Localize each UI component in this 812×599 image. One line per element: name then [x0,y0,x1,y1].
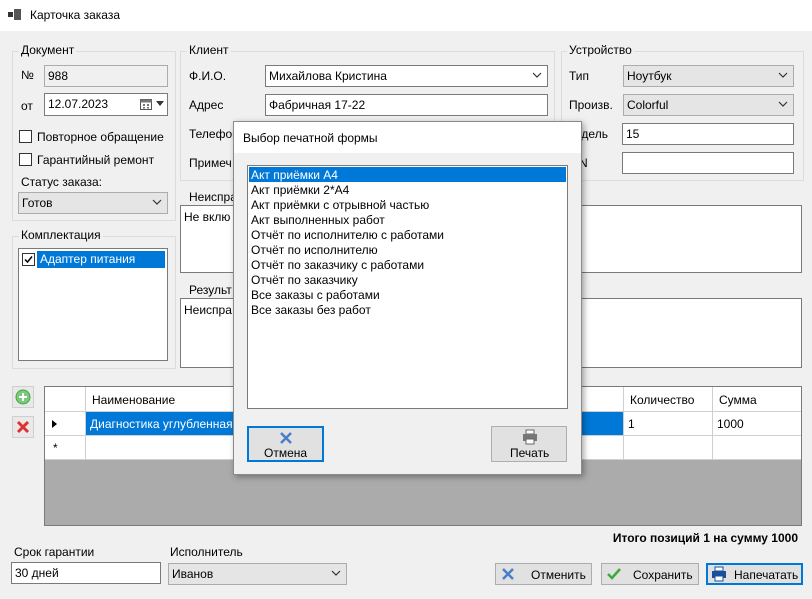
grid-corner-header [45,387,86,412]
list-item[interactable]: Акт приёмки с отрывной частью [249,197,566,212]
list-item[interactable]: Все заказы с работами [249,287,566,302]
order-status-label: Статус заказа: [21,175,103,189]
order-date-label: от [21,99,33,113]
save-order-label: Сохранить [633,568,693,582]
table-row-qty[interactable]: 1 [624,412,713,436]
chevron-down-icon [152,199,162,205]
cancel-order-label: Отменить [531,568,586,582]
cancel-order-button[interactable]: Отменить [495,563,592,585]
client-fio-select[interactable]: Михайлова Кристина [265,65,548,87]
window-icon [8,9,21,20]
device-sn-field[interactable] [622,152,794,174]
chevron-down-icon [331,570,341,576]
device-type-label: Тип [569,69,590,83]
print-order-label: Напечатать [734,568,799,582]
table-row-sum[interactable]: 1000 [713,412,801,436]
order-status-select[interactable]: Готов [18,192,168,214]
result-label: Результ [189,283,232,297]
executor-value: Иванов [172,567,214,581]
device-type-value: Ноутбук [627,69,672,83]
client-note-label: Примеч [189,156,232,170]
client-fio-label: Ф.И.О. [189,69,227,83]
kit-list[interactable]: Адаптер питания [18,248,168,361]
dialog-title: Выбор печатной формы [243,131,378,145]
delete-row-button[interactable] [12,416,34,438]
printer-icon [523,429,537,445]
list-item[interactable]: Отчёт по заказчику [249,272,566,287]
warranty-term-label: Срок гарантии [14,545,95,559]
print-order-button[interactable]: Напечатать [706,563,803,585]
print-form-dialog: Выбор печатной формы Акт приёмки А4 Акт … [233,121,582,475]
repeat-request-label: Повторное обращение [37,130,164,144]
add-row-button[interactable] [12,386,34,408]
order-date-picker[interactable]: 12.07.2023 [44,93,168,116]
warranty-term-field[interactable]: 30 дней [11,562,161,584]
chevron-down-icon [778,72,788,78]
grid-header-qty[interactable]: Количество [624,387,713,412]
list-item[interactable]: Акт приёмки А4 [249,167,566,182]
chevron-down-icon[interactable] [156,101,164,107]
list-item[interactable]: Акт выполненных работ [249,212,566,227]
dialog-cancel-label: Отмена [264,446,308,460]
chevron-down-icon [778,101,788,107]
kit-item-checkbox[interactable] [22,253,35,266]
fault-label: Неиспра [189,190,237,204]
list-item[interactable]: Все заказы без работ [249,302,566,317]
calendar-icon[interactable] [140,98,152,110]
device-model-field[interactable]: 15 [622,123,794,145]
warranty-repair-label: Гарантийный ремонт [37,153,155,167]
order-date-value: 12.07.2023 [48,97,109,111]
new-row-qty[interactable] [624,436,713,460]
table-row-header[interactable] [45,412,86,436]
title-bar: Карточка заказа [0,0,812,31]
repeat-request-checkbox[interactable] [19,130,32,143]
executor-label: Исполнитель [170,545,243,559]
grid-header-sum[interactable]: Сумма [713,387,801,412]
order-number-label: № [21,68,34,82]
device-maker-select[interactable]: Colorful [623,94,794,116]
checkmark-icon [607,568,621,580]
printer-icon [712,566,726,582]
kit-group-title: Комплектация [19,228,103,242]
delete-x-icon [16,420,30,434]
client-phone-label: Телефон [189,127,239,141]
kit-item[interactable]: Адаптер питания [21,251,165,268]
dialog-print-button[interactable]: Печать [491,426,567,462]
save-order-button[interactable]: Сохранить [601,563,699,585]
list-item[interactable]: Отчёт по исполнителю [249,242,566,257]
dialog-cancel-button[interactable]: Отмена [247,426,324,462]
new-row-sum[interactable] [713,436,801,460]
client-address-field[interactable]: Фабричная 17-22 [265,94,548,116]
print-form-list[interactable]: Акт приёмки А4 Акт приёмки 2*А4 Акт приё… [247,165,568,409]
document-group-title: Документ [19,43,77,57]
cancel-x-icon [502,568,514,580]
list-item[interactable]: Отчёт по исполнителю с работами [249,227,566,242]
list-item[interactable]: Акт приёмки 2*А4 [249,182,566,197]
client-group-title: Клиент [187,43,231,57]
chevron-down-icon [532,72,542,78]
dialog-title-bar: Выбор печатной формы [234,122,581,153]
dialog-print-label: Печать [510,446,550,460]
order-number-field[interactable]: 988 [44,65,168,87]
order-status-value: Готов [22,196,53,210]
executor-select[interactable]: Иванов [168,563,347,585]
kit-item-label: Адаптер питания [37,251,165,268]
client-fio-value: Михайлова Кристина [269,69,387,83]
client-address-label: Адрес [189,98,224,112]
cancel-x-icon [280,432,292,444]
device-type-select[interactable]: Ноутбук [623,65,794,87]
list-item[interactable]: Отчёт по заказчику с работами [249,257,566,272]
device-group-title: Устройство [567,43,634,57]
device-maker-value: Colorful [627,98,669,112]
new-row-header[interactable]: * [45,436,86,460]
plus-circle-icon [15,389,31,405]
checkmark-icon [24,256,33,264]
totals-text: Итого позиций 1 на сумму 1000 [612,531,798,545]
warranty-repair-checkbox[interactable] [19,153,32,166]
device-maker-label: Произв. [569,98,613,112]
current-row-arrow-icon [52,420,57,428]
window-title: Карточка заказа [30,8,121,22]
